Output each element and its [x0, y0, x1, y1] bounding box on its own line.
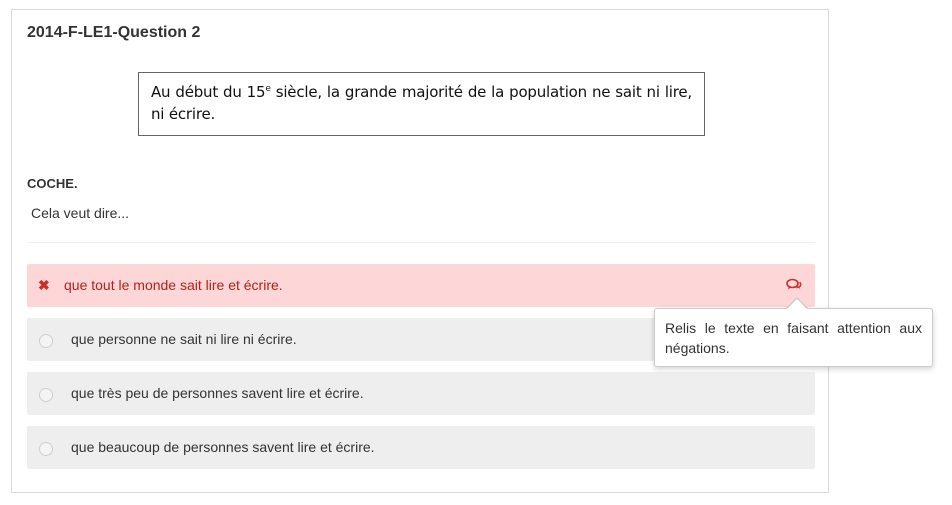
passage-box: Au début du 15e siècle, la grande majori…	[138, 72, 705, 136]
comments-icon[interactable]	[786, 278, 802, 297]
answer-option-label: que personne ne sait ni lire ni écrire.	[71, 331, 297, 347]
answer-option[interactable]: que beaucoup de personnes savent lire et…	[27, 426, 815, 469]
answer-option-label: que tout le monde sait lire et écrire.	[64, 277, 283, 293]
divider	[27, 242, 815, 243]
close-icon: ✖	[38, 277, 50, 293]
question-title: 2014-F-LE1-Question 2	[27, 24, 201, 41]
radio-button[interactable]	[39, 334, 53, 348]
instruction-label: COCHE.	[27, 176, 78, 191]
answer-option-label: que beaucoup de personnes savent lire et…	[71, 439, 375, 455]
passage-text-start: Au début du 15	[151, 83, 266, 101]
radio-button[interactable]	[39, 388, 53, 402]
answer-option[interactable]: que très peu de personnes savent lire et…	[27, 372, 815, 415]
tooltip-arrow-fill	[787, 299, 807, 309]
question-panel: 2014-F-LE1-Question 2 Au début du 15e si…	[11, 9, 829, 493]
answer-option-wrong[interactable]: ✖ que tout le monde sait lire et écrire.	[27, 264, 815, 307]
question-stem: Cela veut dire...	[31, 205, 130, 221]
feedback-tooltip: Relis le texte en faisant attention aux …	[654, 308, 933, 367]
tooltip-text: Relis le texte en faisant attention aux …	[665, 320, 922, 356]
radio-button[interactable]	[39, 442, 53, 456]
answer-option-label: que très peu de personnes savent lire et…	[71, 385, 364, 401]
